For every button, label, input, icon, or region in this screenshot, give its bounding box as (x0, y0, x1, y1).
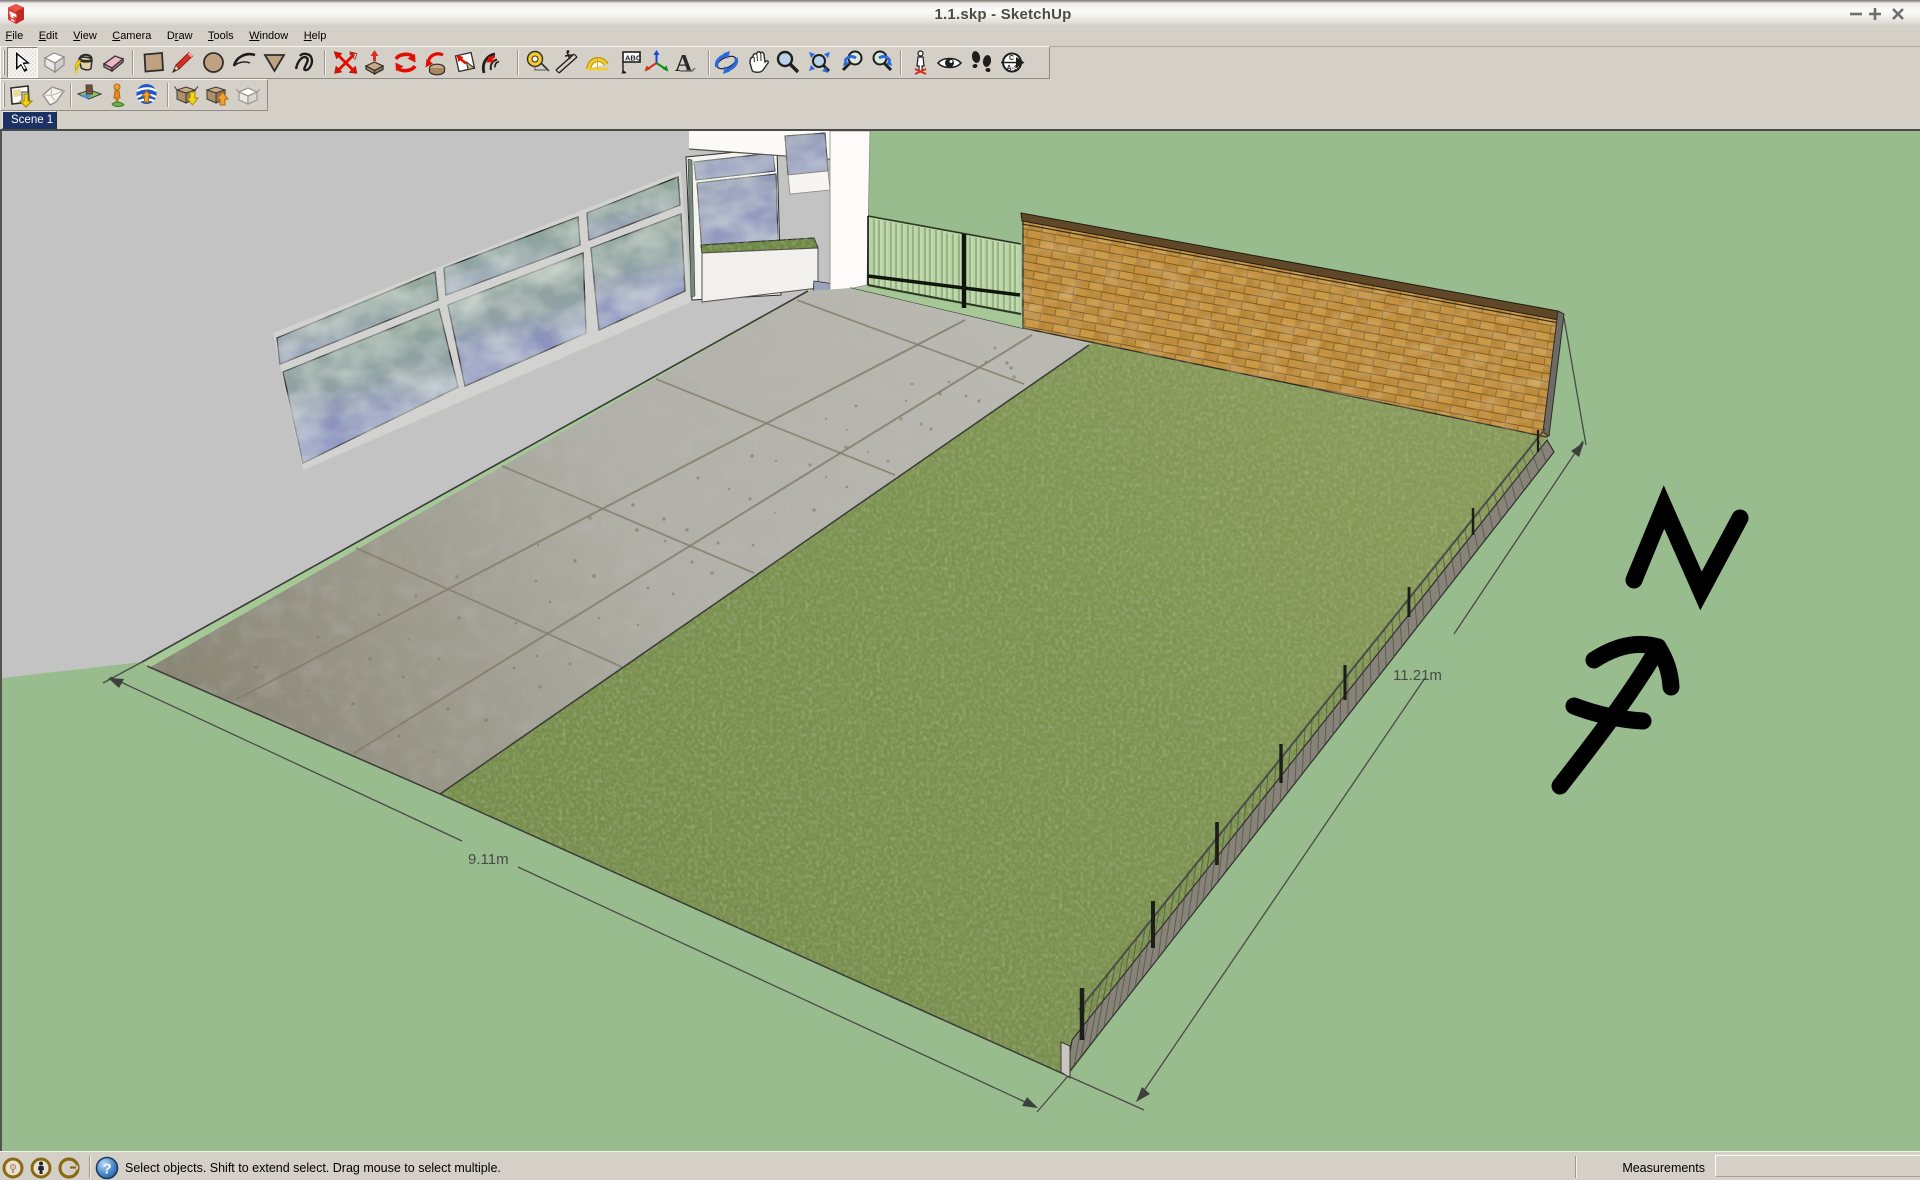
svg-text:A: A (675, 51, 693, 76)
svg-text:C: C (1009, 55, 1014, 62)
svg-text:9.11m: 9.11m (468, 851, 509, 868)
svg-text:11.21m: 11.21m (1393, 667, 1442, 684)
svg-text:?: ? (103, 1161, 112, 1178)
svg-text:ABC: ABC (625, 54, 642, 63)
svg-text:A-S: A-S (1007, 65, 1019, 72)
